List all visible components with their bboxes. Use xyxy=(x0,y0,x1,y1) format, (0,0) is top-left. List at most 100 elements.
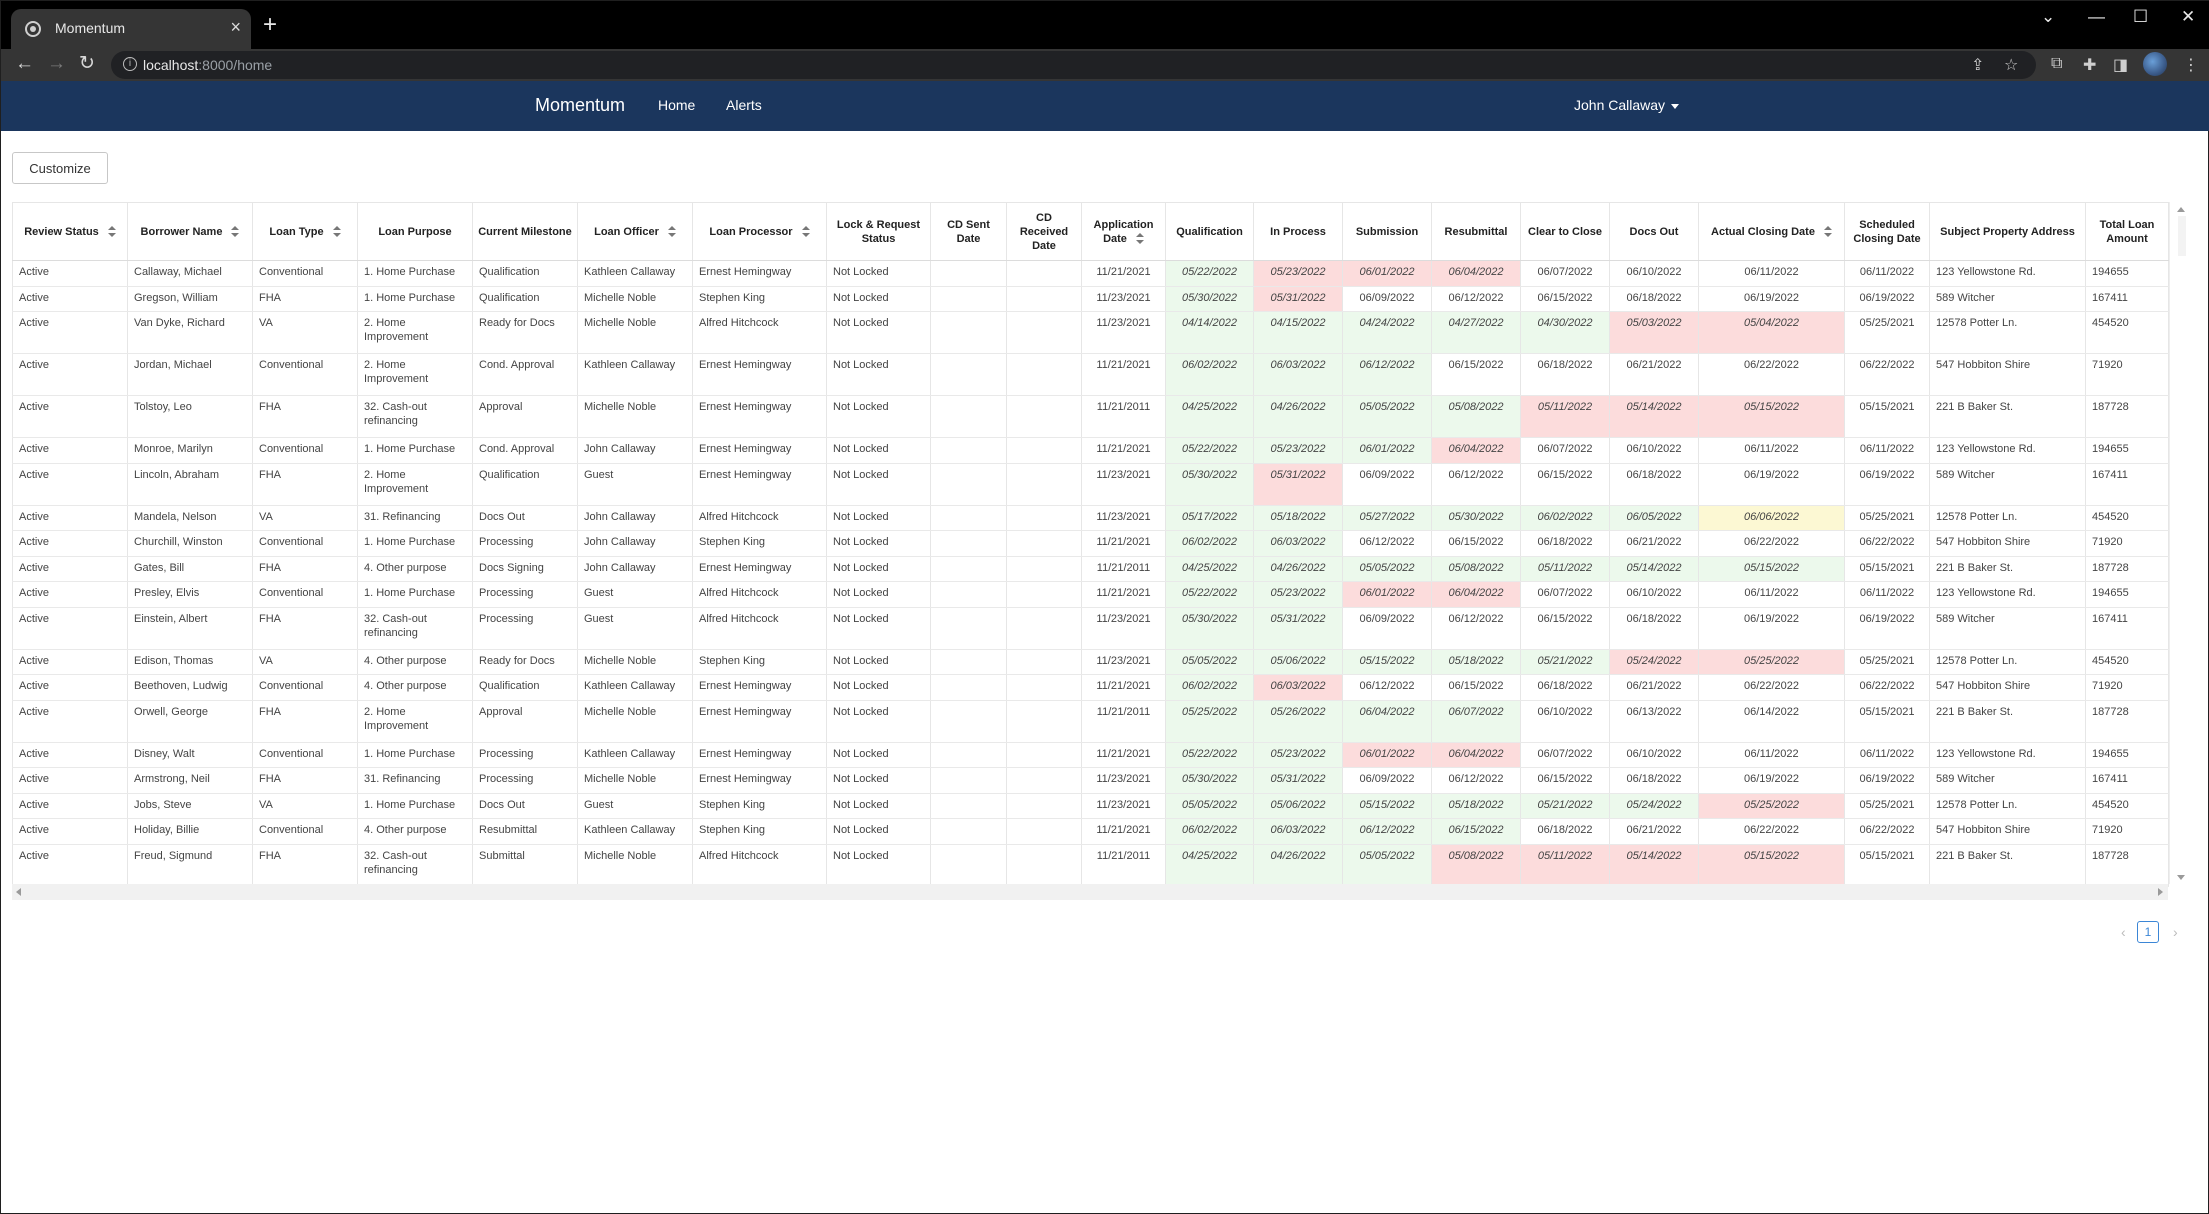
column-header[interactable]: CD Sent Date xyxy=(930,202,1007,261)
column-header[interactable]: Scheduled Closing Date xyxy=(1844,202,1930,261)
table-row[interactable]: Active Gregson, William FHA 1. Home Purchas… xyxy=(12,286,2169,312)
column-header[interactable]: In Process xyxy=(1253,202,1343,261)
column-header[interactable]: Lock & Request Status xyxy=(826,202,931,261)
back-icon[interactable]: ← xyxy=(15,53,34,75)
table-row[interactable]: Active Van Dyke, Richard VA 2. Home Improve… xyxy=(12,311,2169,354)
side-panel-icon[interactable]: ◨ xyxy=(2113,55,2128,75)
address-bar[interactable]: i localhost:8000/home ⇪ ☆ xyxy=(111,51,2036,79)
loan-type-cell: FHA xyxy=(252,286,358,312)
app-brand[interactable]: Momentum xyxy=(535,95,625,116)
table-row[interactable]: Active Holiday, Billie Conventional 4. Othe… xyxy=(12,818,2169,845)
column-header[interactable]: Loan Officer xyxy=(577,202,693,261)
column-header[interactable]: Total Loan Amount xyxy=(2085,202,2169,261)
table-row[interactable]: Active Churchill, Winston Conventional 1. H… xyxy=(12,530,2169,557)
vertical-scrollbar[interactable] xyxy=(2169,202,2193,884)
column-header[interactable]: Application Date xyxy=(1081,202,1166,261)
borrower-name-cell: Van Dyke, Richard xyxy=(127,311,253,354)
submission-date-cell: 06/12/2022 xyxy=(1342,674,1432,701)
reload-icon[interactable]: ↻ xyxy=(79,53,95,75)
cd-received-date-cell xyxy=(1006,556,1082,582)
table-row[interactable]: Active Orwell, George FHA 2. Home Improveme… xyxy=(12,700,2169,743)
forward-icon[interactable]: → xyxy=(47,53,66,75)
column-header[interactable]: Submission xyxy=(1342,202,1432,261)
loan-processor-cell: Ernest Hemingway xyxy=(692,395,827,438)
column-header[interactable]: Subject Property Address xyxy=(1929,202,2086,261)
profile-avatar[interactable] xyxy=(2143,52,2167,76)
table-row[interactable]: Active Gates, Bill FHA 4. Other purpose Docs… xyxy=(12,556,2169,582)
bookmark-star-icon[interactable]: ☆ xyxy=(2004,55,2018,75)
column-header[interactable]: Loan Purpose xyxy=(357,202,473,261)
table-row[interactable]: Active Callaway, Michael Conventional 1. Ho… xyxy=(12,260,2169,287)
column-header[interactable]: Loan Processor xyxy=(692,202,827,261)
column-header[interactable]: Review Status xyxy=(12,202,128,261)
table-row[interactable]: Active Disney, Walt Conventional 1. Home Pu… xyxy=(12,742,2169,768)
table-row[interactable]: Active Beethoven, Ludwig Conventional 4. Ot… xyxy=(12,674,2169,701)
customize-button[interactable]: Customize xyxy=(12,152,108,184)
column-header[interactable]: Loan Type xyxy=(252,202,358,261)
table-row[interactable]: Active Monroe, Marilyn Conventional 1. Home… xyxy=(12,437,2169,464)
sort-icon[interactable] xyxy=(107,225,116,238)
qualification-date-cell: 06/02/2022 xyxy=(1165,818,1254,845)
extensions-puzzle-icon[interactable]: ✚ xyxy=(2083,55,2096,75)
table-row[interactable]: Active Freud, Sigmund FHA 32. Cash-out refi… xyxy=(12,844,2169,887)
prev-page-icon[interactable]: ‹ xyxy=(2121,924,2126,940)
close-window-icon[interactable]: ✕ xyxy=(2181,7,2195,27)
in-process-date-cell: 04/26/2022 xyxy=(1253,844,1343,887)
browser-tab[interactable]: Momentum × xyxy=(11,9,251,49)
loan-purpose-cell: 4. Other purpose xyxy=(357,649,473,675)
browser-menu-icon[interactable]: ⋮ xyxy=(2183,55,2199,75)
sort-icon[interactable] xyxy=(801,225,810,238)
column-header[interactable]: Docs Out xyxy=(1609,202,1699,261)
close-tab-icon[interactable]: × xyxy=(230,17,241,38)
sort-icon[interactable] xyxy=(1823,225,1832,238)
in-process-date-cell: 05/31/2022 xyxy=(1253,463,1343,506)
info-icon[interactable]: i xyxy=(123,57,137,71)
loan-purpose-cell: 32. Cash-out refinancing xyxy=(357,395,473,438)
resubmittal-date-cell: 05/08/2022 xyxy=(1431,556,1521,582)
scroll-up-icon[interactable] xyxy=(2177,207,2185,212)
column-header[interactable]: Qualification xyxy=(1165,202,1254,261)
column-header[interactable]: Resubmittal xyxy=(1431,202,1521,261)
scroll-right-icon[interactable] xyxy=(2158,888,2163,896)
table-row[interactable]: Active Tolstoy, Leo FHA 32. Cash-out refina… xyxy=(12,395,2169,438)
column-header[interactable]: Borrower Name xyxy=(127,202,253,261)
table-row[interactable]: Active Jobs, Steve VA 1. Home Purchase Docs … xyxy=(12,793,2169,819)
extension-icon[interactable]: ⧉ xyxy=(2051,55,2062,73)
column-header[interactable]: Actual Closing Date xyxy=(1698,202,1845,261)
tab-search-icon[interactable]: ⌄ xyxy=(2041,7,2055,27)
column-header[interactable]: CD Received Date xyxy=(1006,202,1082,261)
sort-icon[interactable] xyxy=(1135,232,1144,245)
scroll-down-icon[interactable] xyxy=(2177,875,2185,880)
sort-icon[interactable] xyxy=(231,225,240,238)
table-row[interactable]: Active Edison, Thomas VA 4. Other purpose Re… xyxy=(12,649,2169,675)
column-header[interactable]: Clear to Close xyxy=(1520,202,1610,261)
current-milestone-cell: Cond. Approval xyxy=(472,353,578,396)
nav-home-link[interactable]: Home xyxy=(658,97,695,113)
nav-alerts-link[interactable]: Alerts xyxy=(726,97,762,113)
maximize-icon[interactable]: ☐ xyxy=(2133,7,2148,27)
share-icon[interactable]: ⇪ xyxy=(1971,55,1984,75)
table-row[interactable]: Active Armstrong, Neil FHA 31. Refinancing P… xyxy=(12,767,2169,794)
horizontal-scrollbar[interactable] xyxy=(12,884,2168,900)
in-process-date-cell: 05/23/2022 xyxy=(1253,260,1343,287)
lock-status-cell: Not Locked xyxy=(826,556,931,582)
user-menu[interactable]: John Callaway xyxy=(1574,97,1680,113)
scheduled-closing-date-cell: 05/15/2021 xyxy=(1844,395,1930,438)
table-row[interactable]: Active Jordan, Michael Conventional 2. Home… xyxy=(12,353,2169,396)
borrower-name-cell: Beethoven, Ludwig xyxy=(127,674,253,701)
table-row[interactable]: Active Mandela, Nelson VA 31. Refinancing Do… xyxy=(12,505,2169,531)
column-header[interactable]: Current Milestone xyxy=(472,202,578,261)
sort-icon[interactable] xyxy=(332,225,341,238)
minimize-icon[interactable]: — xyxy=(2088,7,2105,27)
scroll-thumb[interactable] xyxy=(2178,216,2186,256)
page-button-1[interactable]: 1 xyxy=(2137,921,2159,943)
new-tab-icon[interactable]: + xyxy=(263,13,277,37)
scroll-left-icon[interactable] xyxy=(16,888,21,896)
globe-icon xyxy=(25,21,41,37)
sort-icon[interactable] xyxy=(667,225,676,238)
next-page-icon[interactable]: › xyxy=(2173,924,2178,940)
loan-amount-cell: 71920 xyxy=(2085,530,2169,557)
table-row[interactable]: Active Lincoln, Abraham FHA 2. Home Improve… xyxy=(12,463,2169,506)
table-row[interactable]: Active Einstein, Albert FHA 32. Cash-out re… xyxy=(12,607,2169,650)
table-row[interactable]: Active Presley, Elvis Conventional 1. Home … xyxy=(12,581,2169,608)
